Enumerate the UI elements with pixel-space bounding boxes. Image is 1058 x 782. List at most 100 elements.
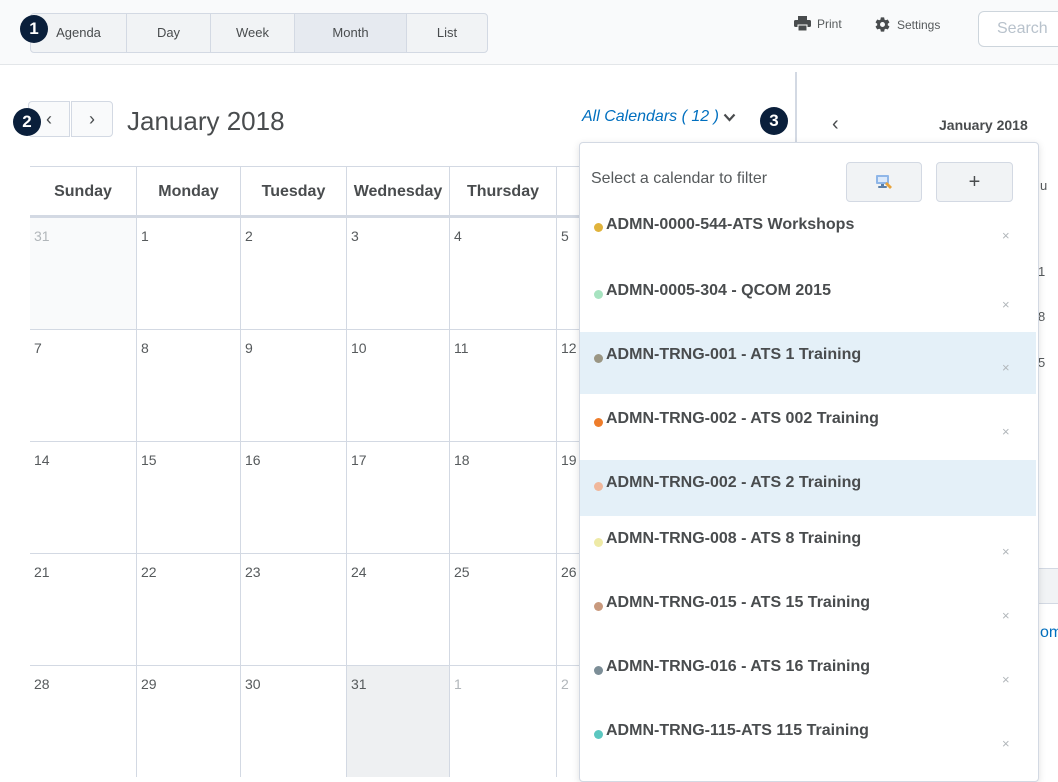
calendar-filter-item[interactable]: ADMN-0005-304 - QCOM 2015 × <box>580 268 1036 330</box>
all-calendars-toggle[interactable]: All Calendars ( 12 ) <box>582 108 736 126</box>
calendar-color-dot <box>594 223 603 232</box>
day-cell[interactable]: 24 <box>347 554 450 665</box>
add-calendar-button[interactable]: + <box>936 162 1013 202</box>
day-cell[interactable]: 14 <box>30 442 137 553</box>
all-calendars-label: All Calendars ( 12 ) <box>582 108 719 125</box>
remove-calendar-icon[interactable]: × <box>1002 424 1010 439</box>
mini-panel-link[interactable]: om <box>1040 624 1058 642</box>
calendar-filter-item[interactable]: ADMN-TRNG-008 - ATS 8 Training × <box>580 516 1036 578</box>
calendar-filter-item[interactable]: ADMN-TRNG-001 - ATS 1 Training × <box>580 332 1036 394</box>
calendar-name: ADMN-TRNG-015 - ATS 15 Training <box>606 594 871 611</box>
day-cell[interactable]: 7 <box>30 330 137 441</box>
day-cell[interactable]: 10 <box>347 330 450 441</box>
remove-calendar-icon[interactable]: × <box>1002 736 1010 751</box>
tab-list[interactable]: List <box>407 14 487 52</box>
mini-calendar-fragment: 1 <box>1038 264 1046 279</box>
calendar-name: ADMN-0005-304 - QCOM 2015 <box>606 282 831 299</box>
calendar-filter-dropdown: Select a calendar to filter + ADMN-0000-… <box>579 142 1039 782</box>
calendar-color-dot <box>594 354 603 363</box>
weekday-sunday: Sunday <box>30 167 137 217</box>
calendar-color-dot <box>594 666 603 675</box>
step-badge-3: 3 <box>760 107 788 135</box>
day-cell[interactable]: 23 <box>241 554 347 665</box>
calendar-name: ADMN-TRNG-002 - ATS 002 Training <box>606 410 879 427</box>
month-grid: Sunday Monday Tuesday Wednesday Thursday… <box>30 166 617 778</box>
day-cell[interactable]: 17 <box>347 442 450 553</box>
calendar-color-dot <box>594 290 603 299</box>
day-cell[interactable]: 1 <box>450 666 557 777</box>
calendar-filter-item[interactable]: ADMN-TRNG-002 - ATS 2 Training <box>580 460 1036 516</box>
gear-icon <box>875 17 890 32</box>
next-month-button[interactable]: › <box>71 101 113 137</box>
chevron-left-icon: ‹ <box>832 113 839 135</box>
weekday-tuesday: Tuesday <box>241 167 347 217</box>
tab-day[interactable]: Day <box>127 14 211 52</box>
day-cell[interactable]: 8 <box>137 330 241 441</box>
manage-calendars-icon <box>876 175 892 189</box>
mini-panel-bar <box>1037 568 1058 604</box>
remove-calendar-icon[interactable]: × <box>1002 297 1010 312</box>
calendar-name: ADMN-TRNG-016 - ATS 16 Training <box>606 658 871 675</box>
week-row: 21 22 23 24 25 26 <box>30 554 617 666</box>
calendar-color-dot <box>594 418 603 427</box>
calendar-name: ADMN-TRNG-001 - ATS 1 Training <box>606 346 862 363</box>
day-cell[interactable]: 28 <box>30 666 137 777</box>
calendar-filter-item[interactable]: ADMN-TRNG-016 - ATS 16 Training × <box>580 644 1036 706</box>
chevron-left-icon: ‹ <box>46 109 52 129</box>
day-cell[interactable]: 11 <box>450 330 557 441</box>
mini-prev-month-button[interactable]: ‹ <box>832 113 839 136</box>
print-button[interactable]: Print <box>794 16 842 31</box>
remove-calendar-icon[interactable]: × <box>1002 360 1010 375</box>
week-row: 14 15 16 17 18 19 <box>30 442 617 554</box>
tab-week[interactable]: Week <box>211 14 295 52</box>
calendar-color-dot <box>594 538 603 547</box>
day-cell[interactable]: 15 <box>137 442 241 553</box>
chevron-down-icon <box>723 113 736 122</box>
day-cell[interactable]: 21 <box>30 554 137 665</box>
settings-button[interactable]: Settings <box>874 16 940 33</box>
day-cell[interactable]: 31 <box>30 218 137 329</box>
remove-calendar-icon[interactable]: × <box>1002 544 1010 559</box>
calendar-filter-item[interactable]: ADMN-TRNG-002 - ATS 002 Training × <box>580 396 1036 458</box>
day-cell[interactable]: 4 <box>450 218 557 329</box>
remove-calendar-icon[interactable]: × <box>1002 608 1010 623</box>
mini-calendar-fragment: u <box>1040 178 1048 193</box>
step-badge-1: 1 <box>20 15 48 43</box>
weekday-monday: Monday <box>137 167 241 217</box>
plus-icon: + <box>968 171 981 193</box>
day-cell[interactable]: 16 <box>241 442 347 553</box>
print-label: Print <box>817 16 842 31</box>
day-cell[interactable]: 2 <box>241 218 347 329</box>
remove-calendar-icon[interactable]: × <box>1002 672 1010 687</box>
search-input[interactable]: Search <box>978 11 1058 47</box>
day-cell[interactable]: 30 <box>241 666 347 777</box>
day-cell[interactable]: 1 <box>137 218 241 329</box>
weekday-wednesday: Wednesday <box>347 167 450 217</box>
select-calendars-button[interactable] <box>846 162 922 202</box>
remove-calendar-icon[interactable]: × <box>1002 228 1010 243</box>
day-cell[interactable]: 3 <box>347 218 450 329</box>
day-cell-today[interactable]: 31 <box>347 666 450 777</box>
day-cell[interactable]: 9 <box>241 330 347 441</box>
day-cell[interactable]: 22 <box>137 554 241 665</box>
calendar-filter-item[interactable]: ADMN-TRNG-115-ATS 115 Training × <box>580 708 1036 770</box>
day-cell[interactable]: 25 <box>450 554 557 665</box>
calendar-name: ADMN-TRNG-115-ATS 115 Training <box>606 722 869 739</box>
mini-calendar-title: January 2018 <box>939 117 1028 133</box>
week-row: 28 29 30 31 1 2 <box>30 666 617 778</box>
month-title: January 2018 <box>127 106 285 136</box>
week-row: 31 1 2 3 4 5 <box>30 218 617 330</box>
calendar-color-dot <box>594 602 603 611</box>
filter-header: Select a calendar to filter <box>591 170 768 187</box>
tab-month[interactable]: Month <box>295 14 407 52</box>
calendar-color-dot <box>594 730 603 739</box>
calendar-name: ADMN-TRNG-008 - ATS 8 Training <box>606 530 862 547</box>
day-cell[interactable]: 29 <box>137 666 241 777</box>
week-row: 7 8 9 10 11 12 <box>30 330 617 442</box>
calendar-name: ADMN-0000-544-ATS Workshops <box>606 216 855 233</box>
day-cell[interactable]: 18 <box>450 442 557 553</box>
printer-icon <box>794 16 811 31</box>
calendar-filter-item[interactable]: ADMN-0000-544-ATS Workshops × <box>580 206 1036 268</box>
settings-label: Settings <box>897 17 941 32</box>
calendar-filter-item[interactable]: ADMN-TRNG-015 - ATS 15 Training × <box>580 580 1036 642</box>
